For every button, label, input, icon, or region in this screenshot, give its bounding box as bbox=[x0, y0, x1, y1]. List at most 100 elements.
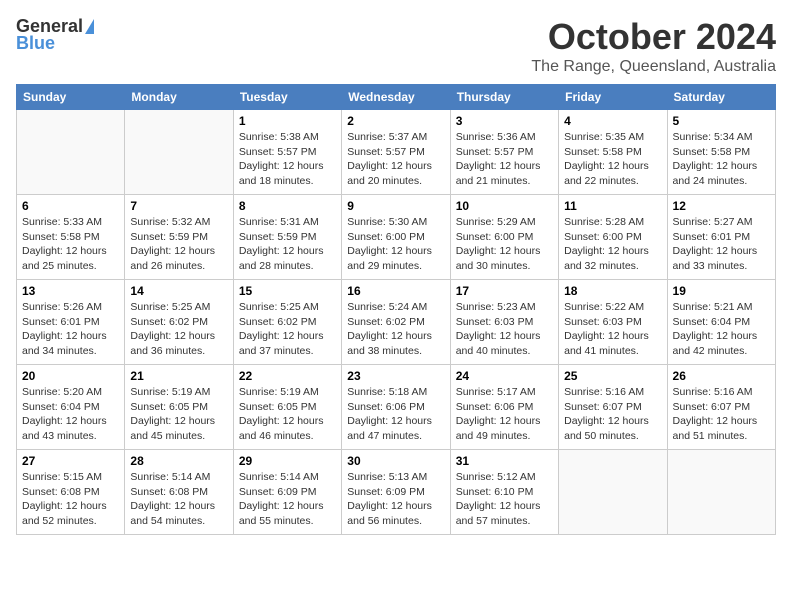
day-info: Sunrise: 5:26 AM Sunset: 6:01 PM Dayligh… bbox=[22, 300, 119, 359]
calendar-cell: 17 Sunrise: 5:23 AM Sunset: 6:03 PM Dayli… bbox=[450, 280, 558, 365]
day-number: 14 bbox=[130, 284, 227, 298]
calendar-cell: 18 Sunrise: 5:22 AM Sunset: 6:03 PM Dayli… bbox=[559, 280, 667, 365]
day-number: 13 bbox=[22, 284, 119, 298]
calendar-cell: 11 Sunrise: 5:28 AM Sunset: 6:00 PM Dayli… bbox=[559, 195, 667, 280]
day-info: Sunrise: 5:21 AM Sunset: 6:04 PM Dayligh… bbox=[673, 300, 770, 359]
calendar-cell: 21 Sunrise: 5:19 AM Sunset: 6:05 PM Dayli… bbox=[125, 365, 233, 450]
day-info: Sunrise: 5:16 AM Sunset: 6:07 PM Dayligh… bbox=[564, 385, 661, 444]
column-header-tuesday: Tuesday bbox=[233, 85, 341, 110]
day-info: Sunrise: 5:14 AM Sunset: 6:08 PM Dayligh… bbox=[130, 470, 227, 529]
calendar-cell: 5 Sunrise: 5:34 AM Sunset: 5:58 PM Daylig… bbox=[667, 110, 775, 195]
day-number: 21 bbox=[130, 369, 227, 383]
calendar-cell bbox=[125, 110, 233, 195]
calendar-cell: 6 Sunrise: 5:33 AM Sunset: 5:58 PM Daylig… bbox=[17, 195, 125, 280]
week-row-2: 6 Sunrise: 5:33 AM Sunset: 5:58 PM Daylig… bbox=[17, 195, 776, 280]
day-info: Sunrise: 5:23 AM Sunset: 6:03 PM Dayligh… bbox=[456, 300, 553, 359]
day-number: 29 bbox=[239, 454, 336, 468]
week-row-3: 13 Sunrise: 5:26 AM Sunset: 6:01 PM Dayli… bbox=[17, 280, 776, 365]
month-title: October 2024 bbox=[531, 16, 776, 58]
day-info: Sunrise: 5:30 AM Sunset: 6:00 PM Dayligh… bbox=[347, 215, 444, 274]
calendar-cell: 2 Sunrise: 5:37 AM Sunset: 5:57 PM Daylig… bbox=[342, 110, 450, 195]
day-number: 5 bbox=[673, 114, 770, 128]
calendar-cell: 12 Sunrise: 5:27 AM Sunset: 6:01 PM Dayli… bbox=[667, 195, 775, 280]
day-info: Sunrise: 5:33 AM Sunset: 5:58 PM Dayligh… bbox=[22, 215, 119, 274]
day-number: 2 bbox=[347, 114, 444, 128]
logo: General Blue bbox=[16, 16, 94, 54]
day-number: 12 bbox=[673, 199, 770, 213]
day-info: Sunrise: 5:24 AM Sunset: 6:02 PM Dayligh… bbox=[347, 300, 444, 359]
day-info: Sunrise: 5:19 AM Sunset: 6:05 PM Dayligh… bbox=[130, 385, 227, 444]
day-info: Sunrise: 5:22 AM Sunset: 6:03 PM Dayligh… bbox=[564, 300, 661, 359]
page-header: General Blue October 2024 The Range, Que… bbox=[16, 16, 776, 76]
day-number: 20 bbox=[22, 369, 119, 383]
day-number: 24 bbox=[456, 369, 553, 383]
subtitle: The Range, Queensland, Australia bbox=[531, 58, 776, 76]
calendar-cell: 29 Sunrise: 5:14 AM Sunset: 6:09 PM Dayli… bbox=[233, 450, 341, 535]
day-number: 31 bbox=[456, 454, 553, 468]
week-row-4: 20 Sunrise: 5:20 AM Sunset: 6:04 PM Dayli… bbox=[17, 365, 776, 450]
day-info: Sunrise: 5:32 AM Sunset: 5:59 PM Dayligh… bbox=[130, 215, 227, 274]
calendar-cell: 22Sunrise: 5:19 AM Sunset: 6:05 PM Dayli… bbox=[233, 365, 341, 450]
day-info: Sunrise: 5:27 AM Sunset: 6:01 PM Dayligh… bbox=[673, 215, 770, 274]
title-area: October 2024 The Range, Queensland, Aust… bbox=[531, 16, 776, 76]
calendar-cell: 10 Sunrise: 5:29 AM Sunset: 6:00 PM Dayli… bbox=[450, 195, 558, 280]
day-number: 10 bbox=[456, 199, 553, 213]
day-number: 18 bbox=[564, 284, 661, 298]
column-header-monday: Monday bbox=[125, 85, 233, 110]
logo-blue-text: Blue bbox=[16, 33, 55, 54]
calendar-header-row: SundayMondayTuesdayWednesdayThursdayFrid… bbox=[17, 85, 776, 110]
calendar-cell: 28 Sunrise: 5:14 AM Sunset: 6:08 PM Dayli… bbox=[125, 450, 233, 535]
day-number: 6 bbox=[22, 199, 119, 213]
calendar-cell: 16 Sunrise: 5:24 AM Sunset: 6:02 PM Dayli… bbox=[342, 280, 450, 365]
day-info: Sunrise: 5:14 AM Sunset: 6:09 PM Dayligh… bbox=[239, 470, 336, 529]
day-number: 30 bbox=[347, 454, 444, 468]
day-number: 26 bbox=[673, 369, 770, 383]
column-header-thursday: Thursday bbox=[450, 85, 558, 110]
day-number: 1 bbox=[239, 114, 336, 128]
calendar-cell: 9 Sunrise: 5:30 AM Sunset: 6:00 PM Daylig… bbox=[342, 195, 450, 280]
calendar-cell bbox=[667, 450, 775, 535]
day-info: Sunrise: 5:28 AM Sunset: 6:00 PM Dayligh… bbox=[564, 215, 661, 274]
day-number: 28 bbox=[130, 454, 227, 468]
calendar-cell: 4Sunrise: 5:35 AM Sunset: 5:58 PM Daylig… bbox=[559, 110, 667, 195]
calendar-cell bbox=[17, 110, 125, 195]
calendar-cell: 13 Sunrise: 5:26 AM Sunset: 6:01 PM Dayli… bbox=[17, 280, 125, 365]
calendar-cell: 19 Sunrise: 5:21 AM Sunset: 6:04 PM Dayli… bbox=[667, 280, 775, 365]
day-info: Sunrise: 5:12 AM Sunset: 6:10 PM Dayligh… bbox=[456, 470, 553, 529]
day-number: 7 bbox=[130, 199, 227, 213]
calendar-cell: 20 Sunrise: 5:20 AM Sunset: 6:04 PM Dayli… bbox=[17, 365, 125, 450]
day-number: 3 bbox=[456, 114, 553, 128]
day-number: 17 bbox=[456, 284, 553, 298]
day-info: Sunrise: 5:34 AM Sunset: 5:58 PM Dayligh… bbox=[673, 130, 770, 189]
day-info: Sunrise: 5:18 AM Sunset: 6:06 PM Dayligh… bbox=[347, 385, 444, 444]
day-info: Sunrise: 5:37 AM Sunset: 5:57 PM Dayligh… bbox=[347, 130, 444, 189]
week-row-5: 27Sunrise: 5:15 AM Sunset: 6:08 PM Dayli… bbox=[17, 450, 776, 535]
day-info: Sunrise: 5:19 AM Sunset: 6:05 PM Dayligh… bbox=[239, 385, 336, 444]
calendar-cell: 3 Sunrise: 5:36 AM Sunset: 5:57 PM Daylig… bbox=[450, 110, 558, 195]
calendar-cell: 1Sunrise: 5:38 AM Sunset: 5:57 PM Daylig… bbox=[233, 110, 341, 195]
day-info: Sunrise: 5:35 AM Sunset: 5:58 PM Dayligh… bbox=[564, 130, 661, 189]
day-number: 15 bbox=[239, 284, 336, 298]
column-header-wednesday: Wednesday bbox=[342, 85, 450, 110]
day-info: Sunrise: 5:25 AM Sunset: 6:02 PM Dayligh… bbox=[130, 300, 227, 359]
calendar-cell bbox=[559, 450, 667, 535]
calendar-cell: 26Sunrise: 5:16 AM Sunset: 6:07 PM Dayli… bbox=[667, 365, 775, 450]
column-header-friday: Friday bbox=[559, 85, 667, 110]
day-info: Sunrise: 5:20 AM Sunset: 6:04 PM Dayligh… bbox=[22, 385, 119, 444]
calendar-cell: 15Sunrise: 5:25 AM Sunset: 6:02 PM Dayli… bbox=[233, 280, 341, 365]
day-number: 16 bbox=[347, 284, 444, 298]
day-info: Sunrise: 5:13 AM Sunset: 6:09 PM Dayligh… bbox=[347, 470, 444, 529]
day-number: 19 bbox=[673, 284, 770, 298]
day-number: 9 bbox=[347, 199, 444, 213]
calendar-table: SundayMondayTuesdayWednesdayThursdayFrid… bbox=[16, 84, 776, 535]
week-row-1: 1Sunrise: 5:38 AM Sunset: 5:57 PM Daylig… bbox=[17, 110, 776, 195]
calendar-cell: 7 Sunrise: 5:32 AM Sunset: 5:59 PM Daylig… bbox=[125, 195, 233, 280]
day-number: 11 bbox=[564, 199, 661, 213]
day-info: Sunrise: 5:29 AM Sunset: 6:00 PM Dayligh… bbox=[456, 215, 553, 274]
day-number: 8 bbox=[239, 199, 336, 213]
day-info: Sunrise: 5:17 AM Sunset: 6:06 PM Dayligh… bbox=[456, 385, 553, 444]
calendar-cell: 30 Sunrise: 5:13 AM Sunset: 6:09 PM Dayli… bbox=[342, 450, 450, 535]
calendar-cell: 25Sunrise: 5:16 AM Sunset: 6:07 PM Dayli… bbox=[559, 365, 667, 450]
day-info: Sunrise: 5:36 AM Sunset: 5:57 PM Dayligh… bbox=[456, 130, 553, 189]
column-header-sunday: Sunday bbox=[17, 85, 125, 110]
